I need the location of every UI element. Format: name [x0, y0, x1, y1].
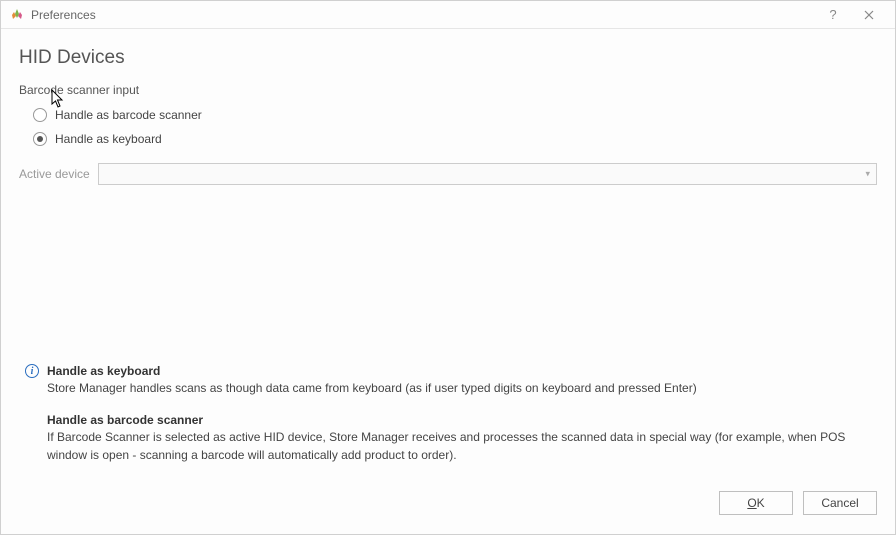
titlebar: Preferences ? [1, 1, 895, 29]
help-button[interactable]: ? [815, 1, 851, 29]
info-barcode-title: Handle as barcode scanner [47, 412, 871, 429]
ok-button[interactable]: OK [719, 491, 793, 515]
info-keyboard-title: Handle as keyboard [47, 363, 871, 380]
info-barcode-desc: If Barcode Scanner is selected as active… [47, 429, 871, 464]
info-icon: i [25, 364, 39, 378]
section-label: Barcode scanner input [19, 83, 877, 97]
radio-keyboard[interactable]: Handle as keyboard [33, 127, 877, 151]
active-device-row: Active device ▾ [19, 163, 877, 185]
page-title: HID Devices [19, 47, 877, 69]
chevron-down-icon: ▾ [865, 169, 870, 180]
active-device-dropdown[interactable]: ▾ [98, 163, 877, 185]
info-keyboard-desc: Store Manager handles scans as though da… [47, 380, 871, 397]
radio-label: Handle as barcode scanner [55, 108, 202, 122]
radio-label: Handle as keyboard [55, 132, 162, 146]
footer: OK Cancel [1, 486, 895, 534]
app-icon [9, 7, 25, 23]
close-icon [864, 10, 874, 20]
cancel-label: Cancel [821, 496, 858, 510]
cancel-button[interactable]: Cancel [803, 491, 877, 515]
content-area: HID Devices Barcode scanner input Handle… [1, 29, 895, 486]
radio-group: Handle as barcode scanner Handle as keyb… [33, 103, 877, 151]
ok-rest: K [757, 496, 765, 510]
preferences-window: Preferences ? HID Devices Barcode scanne… [0, 0, 896, 535]
close-button[interactable] [851, 1, 887, 29]
info-box: i Handle as keyboard Store Manager handl… [25, 363, 871, 464]
active-device-label: Active device [19, 167, 90, 181]
radio-icon [33, 132, 47, 146]
radio-barcode-scanner[interactable]: Handle as barcode scanner [33, 103, 877, 127]
radio-icon [33, 108, 47, 122]
window-title: Preferences [31, 8, 815, 22]
info-text: Handle as keyboard Store Manager handles… [47, 363, 871, 464]
